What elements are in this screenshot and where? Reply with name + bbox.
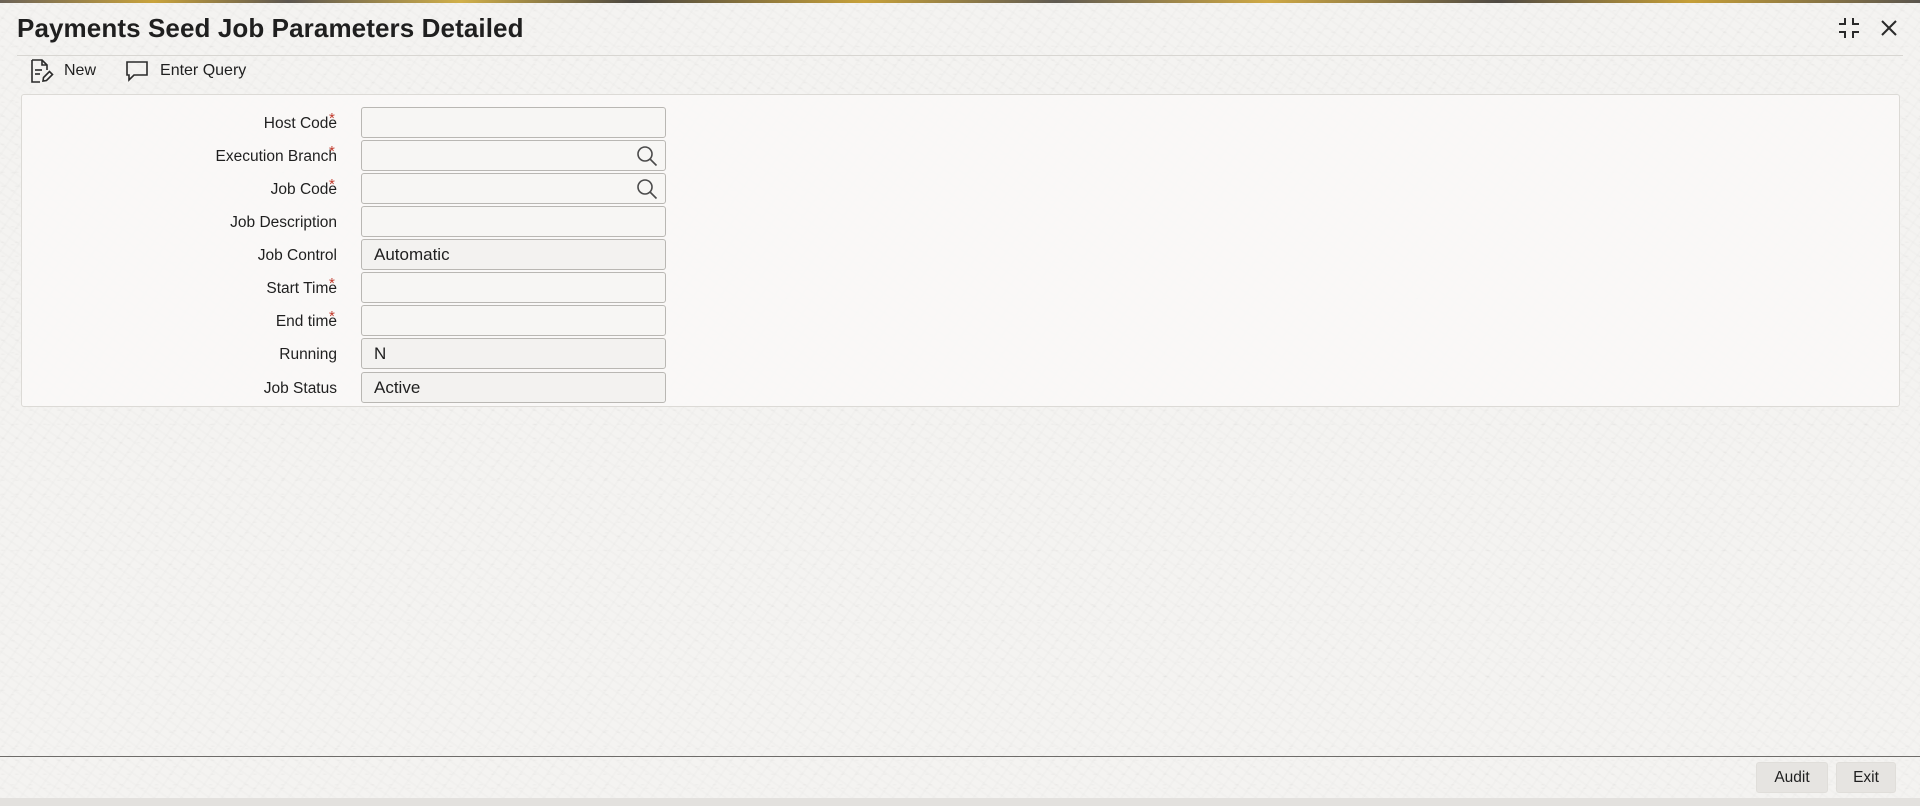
job-code-row: Job Code * [22, 173, 722, 205]
job-control-label: Job Control [257, 247, 337, 264]
speech-bubble-icon [124, 58, 150, 84]
job-status-row: Job Status Active [22, 372, 722, 404]
window-controls [1836, 15, 1902, 41]
end-time-label: End time [275, 313, 337, 330]
start-time-field[interactable] [361, 272, 666, 303]
search-icon[interactable] [636, 178, 658, 200]
end-time-field[interactable] [361, 305, 666, 336]
running-label: Running [279, 346, 337, 363]
execution-branch-label: Execution Branch [215, 148, 338, 165]
new-button-label: New [64, 62, 97, 79]
job-description-row: Job Description [22, 206, 722, 238]
audit-button[interactable]: Audit [1756, 762, 1828, 793]
collapse-icon[interactable] [1836, 15, 1862, 41]
execution-branch-field[interactable] [361, 140, 666, 171]
job-control-row: Job Control Automatic [22, 239, 722, 271]
execution-branch-row: Execution Branch * [22, 140, 722, 172]
job-code-label: Job Code [270, 181, 337, 198]
toolbar: New Enter Query [28, 56, 246, 86]
page-title: Payments Seed Job Parameters Detailed [17, 13, 524, 43]
required-marker: * [329, 275, 335, 292]
header-divider [17, 55, 1903, 56]
search-icon[interactable] [636, 145, 658, 167]
close-icon[interactable] [1876, 15, 1902, 41]
host-code-label: Host Code [263, 115, 337, 132]
end-time-row: End time * [22, 305, 722, 337]
job-status-label: Job Status [263, 380, 337, 397]
start-time-label: Start Time [266, 280, 337, 297]
host-code-row: Host Code * [22, 107, 722, 139]
required-marker: * [329, 308, 335, 325]
start-time-row: Start Time * [22, 272, 722, 304]
form-panel: Host Code * Execution Branch * Job Code … [21, 94, 1900, 407]
window-header: Payments Seed Job Parameters Detailed [0, 3, 1920, 56]
job-description-field[interactable] [361, 206, 666, 237]
job-description-label: Job Description [230, 214, 337, 231]
enter-query-button[interactable]: Enter Query [124, 58, 246, 84]
job-code-field[interactable] [361, 173, 666, 204]
document-edit-icon [28, 58, 54, 84]
job-status-field[interactable]: Active [361, 372, 666, 403]
host-code-field[interactable] [361, 107, 666, 138]
exit-button[interactable]: Exit [1836, 762, 1896, 793]
required-marker: * [329, 176, 335, 193]
enter-query-button-label: Enter Query [160, 62, 247, 79]
running-field[interactable]: N [361, 338, 666, 369]
running-row: Running N [22, 338, 722, 370]
footer-divider [0, 756, 1920, 757]
job-control-field[interactable]: Automatic [361, 239, 666, 270]
footer-bottom-bar [0, 798, 1920, 806]
required-marker: * [329, 110, 335, 127]
new-button[interactable]: New [28, 58, 96, 84]
required-marker: * [329, 143, 335, 160]
